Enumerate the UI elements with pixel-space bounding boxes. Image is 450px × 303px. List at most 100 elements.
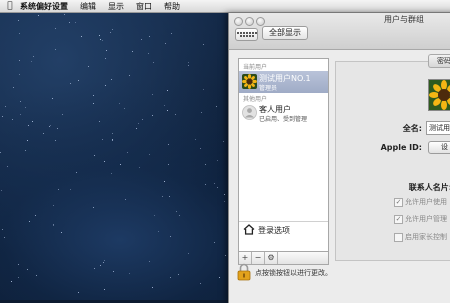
star [105, 85, 107, 87]
star [110, 32, 112, 34]
star [142, 119, 144, 121]
close-button[interactable] [234, 17, 243, 26]
star [154, 214, 156, 216]
star [149, 153, 151, 155]
apple-icon[interactable]:  [0, 1, 20, 11]
star [147, 52, 149, 54]
star [128, 273, 130, 275]
star [111, 79, 113, 81]
star [99, 35, 101, 37]
star [75, 172, 77, 174]
star [169, 236, 171, 238]
checkbox-row-allow-admin[interactable]: ✓ 允许用户管理 [394, 214, 447, 224]
window-footer: 点按锁按钮以进行更改。 [229, 259, 450, 303]
star [18, 19, 20, 21]
star [112, 271, 114, 273]
checkbox-allow-admin-label: 允许用户管理 [405, 215, 447, 223]
star [20, 114, 22, 116]
menu-help[interactable]: 帮助 [164, 1, 180, 12]
menu-edit[interactable]: 编辑 [80, 1, 96, 12]
guest-user-status: 已启用、受到管理 [259, 116, 308, 123]
star [24, 149, 26, 151]
star [36, 275, 37, 277]
star [56, 128, 58, 130]
star [1, 228, 3, 230]
star [78, 291, 80, 293]
star [187, 61, 189, 63]
checkbox-allow-use[interactable]: ✓ [394, 197, 403, 207]
star [27, 269, 29, 271]
star [18, 33, 20, 35]
star [148, 35, 150, 37]
star [81, 35, 83, 37]
star [93, 102, 95, 104]
show-all-button[interactable]: 全部显示 [262, 26, 308, 40]
star [163, 104, 165, 106]
star [120, 163, 122, 165]
zoom-button[interactable] [256, 17, 265, 26]
star [152, 61, 154, 63]
star [48, 125, 50, 127]
star [101, 138, 103, 140]
checkbox-row-parental[interactable]: 启用家长控制 [394, 232, 447, 242]
checkbox-parental-label: 启用家长控制 [405, 233, 447, 241]
checkbox-parental[interactable] [394, 232, 403, 242]
star [171, 32, 173, 34]
star [223, 194, 225, 196]
star [200, 111, 202, 113]
star [17, 263, 19, 265]
star [103, 261, 105, 263]
star [27, 140, 29, 142]
tab-password[interactable]: 密码 [428, 54, 450, 68]
user-photo[interactable] [428, 79, 450, 111]
star [136, 128, 138, 130]
star [223, 201, 225, 203]
star [195, 139, 197, 141]
contacts-card-label: 联系人名片: [408, 183, 450, 192]
star [52, 224, 54, 226]
star [6, 166, 8, 168]
menu-window[interactable]: 窗口 [136, 1, 152, 12]
guest-user-icon [242, 105, 257, 120]
star [103, 160, 105, 162]
checkbox-allow-admin[interactable]: ✓ [394, 214, 403, 224]
star [151, 115, 153, 117]
star [28, 220, 30, 222]
star [217, 187, 219, 188]
star [27, 124, 29, 126]
grid-view-button[interactable] [235, 28, 258, 41]
star [68, 22, 70, 24]
user-row-guest[interactable]: 客人用户 已启用、受到管理 [239, 102, 328, 124]
lock-icon[interactable] [237, 263, 251, 281]
menu-app-name[interactable]: 系统偏好设置 [20, 1, 68, 12]
star [151, 286, 153, 288]
star [52, 98, 54, 100]
star [17, 277, 19, 279]
star [11, 118, 13, 120]
minimize-button[interactable] [245, 17, 254, 26]
checkbox-row-allow-use[interactable]: ✓ 允许用户使用 [394, 197, 447, 207]
appleid-set-button[interactable]: 设 [428, 141, 450, 154]
current-users-label: 当前用户 [243, 64, 268, 71]
star [99, 39, 101, 41]
login-options-item[interactable]: 登录选项 [239, 221, 328, 238]
fullname-field[interactable]: 测试用 [426, 121, 450, 135]
star [19, 73, 21, 75]
star [19, 60, 21, 62]
star [112, 133, 114, 135]
star [203, 43, 205, 45]
star [199, 147, 201, 149]
star [162, 195, 164, 197]
user-row-current[interactable]: 测试用户NO.1 管理员 [239, 71, 328, 93]
star [32, 55, 34, 57]
lock-instruction-text: 点按锁按钮以进行更改。 [255, 269, 332, 277]
star [104, 259, 106, 261]
fullname-label: 全名: [402, 124, 422, 133]
star [57, 188, 59, 190]
menu-view[interactable]: 显示 [108, 1, 124, 12]
star [174, 113, 176, 115]
star [178, 215, 180, 216]
star [163, 181, 165, 183]
star [37, 14, 39, 16]
star [151, 93, 153, 95]
